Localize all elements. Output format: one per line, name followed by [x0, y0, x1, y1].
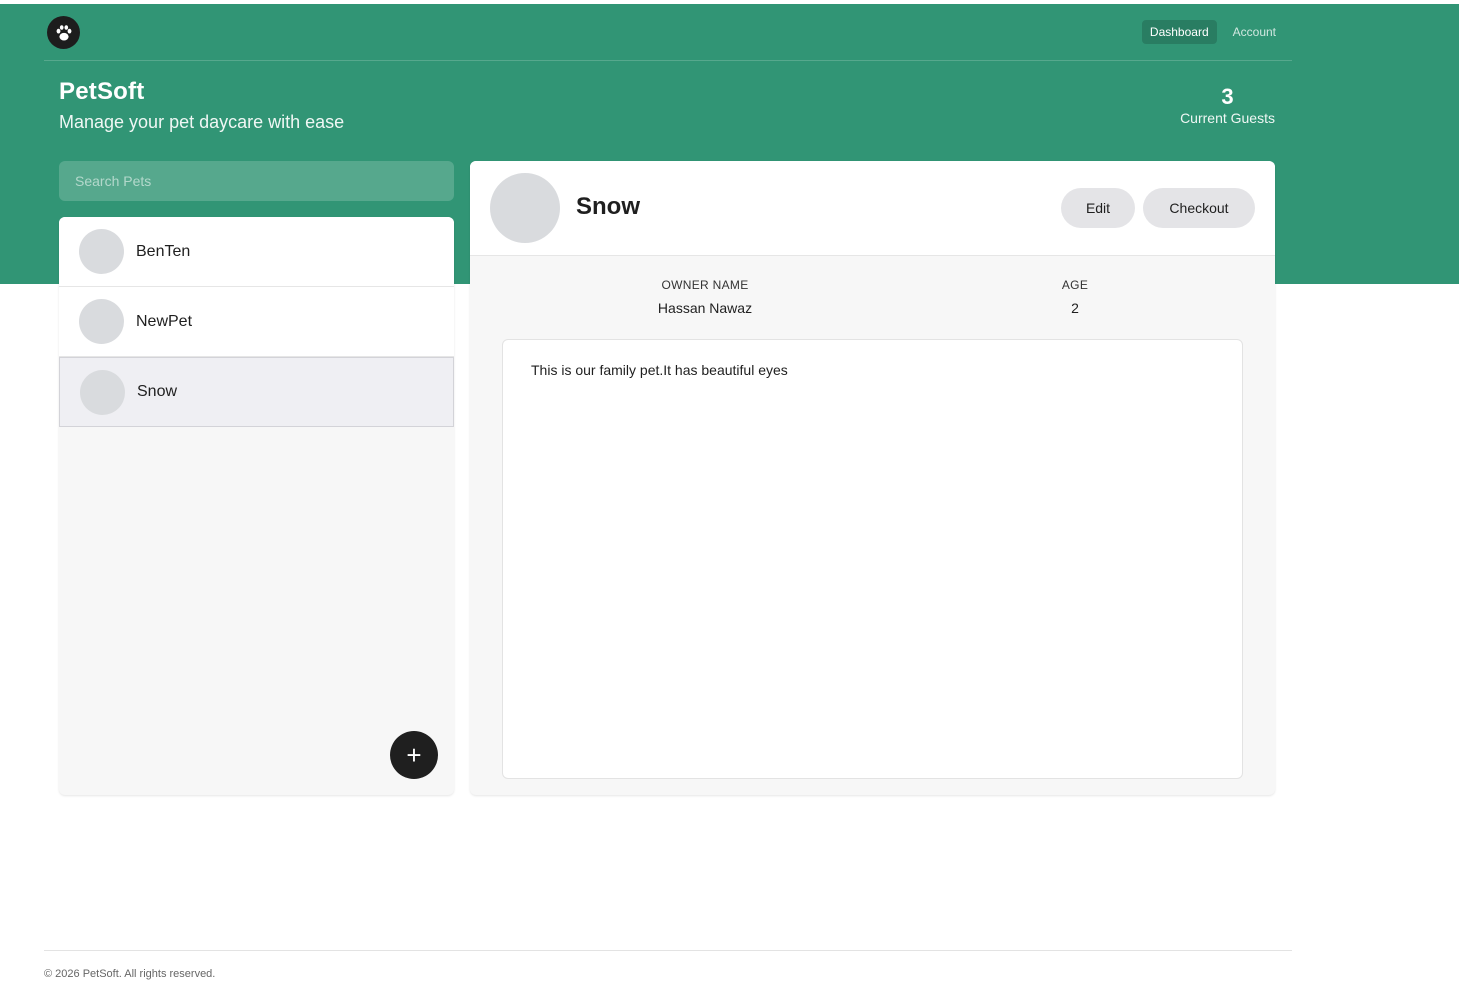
pet-details-name: Snow — [576, 193, 640, 220]
app-subtitle: Manage your pet daycare with ease — [59, 112, 345, 132]
paw-icon[interactable] — [47, 16, 80, 49]
pet-name: NewPet — [136, 312, 193, 330]
pet-list: BenTen NewPet Snow — [59, 217, 454, 795]
edit-button[interactable]: Edit — [1061, 188, 1135, 228]
pet-name: Snow — [137, 383, 178, 400]
footer-copyright: © 2026 PetSoft. All rights reserved. — [44, 968, 216, 980]
pet-avatar — [80, 369, 125, 415]
guest-count: 3 — [1221, 84, 1234, 109]
nav-dashboard-link[interactable]: Dashboard — [1141, 20, 1217, 44]
guest-stats: 3 Current Guests — [1180, 84, 1275, 126]
pet-name: BenTen — [136, 242, 191, 260]
pet-list-item-selected[interactable]: Snow — [59, 357, 454, 427]
search-input[interactable] — [59, 161, 454, 201]
top-nav: Dashboard Account — [44, 4, 1292, 61]
age-value: 2 — [1071, 300, 1079, 316]
footer-divider — [44, 950, 1292, 951]
nav-links: Dashboard Account — [1141, 20, 1284, 44]
app-title: PetSoft — [59, 78, 145, 105]
checkout-button[interactable]: Checkout — [1143, 188, 1255, 228]
plus-icon: + — [406, 740, 422, 770]
pet-details-avatar — [490, 173, 560, 243]
owner-info: OWNER NAME Hassan Nawaz — [605, 278, 805, 316]
pet-details-panel: Snow Edit Checkout OWNER NAME Hassan Naw… — [470, 161, 1275, 795]
branding: PetSoft Manage your pet daycare with eas… — [59, 78, 344, 133]
pet-list-item[interactable]: BenTen — [59, 217, 454, 287]
pet-details-header: Snow Edit Checkout — [470, 161, 1275, 256]
owner-name-label: OWNER NAME — [661, 278, 749, 292]
pet-notes: This is our family pet.It has beautiful … — [502, 339, 1243, 779]
guest-count-label: Current Guests — [1180, 110, 1275, 126]
age-info: AGE 2 — [975, 278, 1175, 316]
age-label: AGE — [1061, 278, 1089, 292]
pet-list-item[interactable]: NewPet — [59, 287, 454, 357]
pet-avatar — [79, 299, 124, 344]
owner-name-value: Hassan Nawaz — [657, 300, 753, 316]
nav-account-link[interactable]: Account — [1225, 20, 1284, 44]
add-pet-button[interactable]: + — [390, 731, 438, 779]
pet-avatar — [79, 229, 124, 274]
